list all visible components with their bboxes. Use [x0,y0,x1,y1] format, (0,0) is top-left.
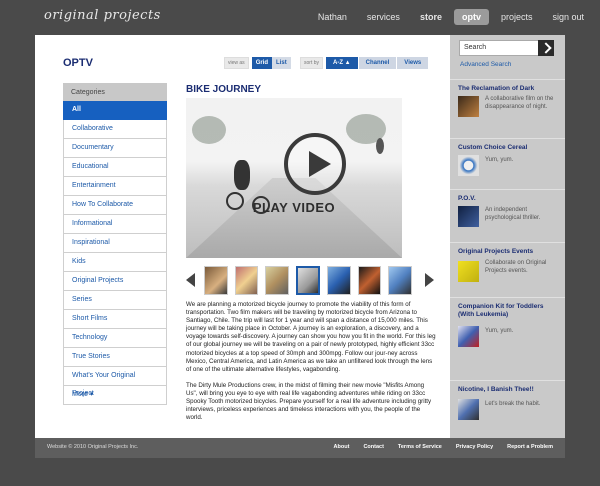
categories-header: Categories [63,83,167,101]
featured-description: An independent psychological thriller. [485,207,541,221]
featured-description: Yum, yum. [485,328,514,334]
category-whats-your-original-project[interactable]: What's Your Original Project [63,367,167,397]
video-thumbnail[interactable] [204,265,228,295]
featured-item[interactable]: Companion Kit for Toddlers (With Leukemi… [450,297,565,373]
category-entertainment[interactable]: Entertainment [63,177,167,196]
search-submit-button[interactable] [538,40,554,56]
category-more[interactable]: More ▾ [63,386,167,405]
category-collaborative[interactable]: Collaborative [63,120,167,139]
category-original-projects[interactable]: Original Projects [63,272,167,291]
footer-link-about[interactable]: About [334,444,350,450]
video-scene-tree [192,116,226,144]
video-player[interactable]: PLAY VIDEO [186,98,402,258]
category-documentary[interactable]: Documentary [63,139,167,158]
footer-link-privacy[interactable]: Privacy Policy [456,444,493,450]
featured-item[interactable]: Original Projects Events Collaborate on … [450,242,565,298]
featured-title[interactable]: The Reclamation of Dark [450,80,565,96]
categories-list: Categories All Collaborative Documentary… [63,83,167,405]
footer-link-terms[interactable]: Terms of Service [398,444,442,450]
video-scene-road [186,178,402,258]
description-paragraph: The Dirty Mule Productions crew, in the … [186,381,432,422]
nav-item-optv[interactable]: optv [453,9,489,25]
list-view-button[interactable]: List [272,57,291,69]
page-title: OPTV [63,57,93,69]
copyright: Website © 2010 Original Projects Inc. [47,444,139,450]
video-scene-rider [376,138,384,154]
footer-links: About Contact Terms of Service Privacy P… [320,444,553,450]
category-true-stories[interactable]: True Stories [63,348,167,367]
featured-description: Collaborate on Original Projects events. [485,260,547,274]
featured-thumbnail[interactable] [458,399,479,420]
featured-title[interactable]: Nicotine, I Banish Thee!! [450,381,565,397]
featured-description: Yum, yum. [485,157,514,163]
video-thumbnail[interactable] [388,265,412,295]
video-title: BIKE JOURNEY [186,84,262,95]
play-icon [309,151,331,177]
featured-item[interactable]: The Reclamation of Dark A collaborative … [450,79,565,145]
category-short-films[interactable]: Short Films [63,310,167,329]
nav-item-services[interactable]: services [359,9,408,25]
sort-views-button[interactable]: Views [397,57,429,69]
category-all[interactable]: All [63,101,167,120]
category-educational[interactable]: Educational [63,158,167,177]
footer-link-contact[interactable]: Contact [363,444,383,450]
site-logo[interactable]: original projects [44,8,161,23]
category-technology[interactable]: Technology [63,329,167,348]
featured-item[interactable]: Custom Choice Cereal Yum, yum. [450,138,565,186]
play-video-label[interactable]: PLAY VIDEO [186,200,402,215]
search-input[interactable]: Search [459,40,539,56]
play-button[interactable] [284,133,346,195]
video-thumbnail-selected[interactable] [295,265,321,295]
main-content: OPTV view as Grid List sort by A-Z ▲ Cha… [35,35,450,438]
video-thumbnail[interactable] [327,265,351,295]
right-sidebar: Search Advanced Search The Reclamation o… [450,35,565,438]
featured-thumbnail[interactable] [458,261,479,282]
main-nav: Nathan services store optv projects sign… [306,9,592,25]
featured-thumbnail[interactable] [458,96,479,117]
sort-controls: sort by A-Z ▲ Channel Views [300,57,429,69]
video-description: We are planning a motorized bicycle jour… [186,301,436,430]
featured-title[interactable]: Original Projects Events [450,243,565,259]
featured-title[interactable]: P.O.V. [450,190,565,206]
featured-item[interactable]: P.O.V. An independent psychological thri… [450,189,565,247]
sort-by-label: sort by [300,57,324,69]
advanced-search-link[interactable]: Advanced Search [460,61,511,68]
video-thumbnail[interactable] [265,265,289,295]
featured-thumbnail[interactable] [458,206,479,227]
video-thumbnail[interactable] [357,265,382,295]
featured-description: Let's break the habit. [485,401,541,407]
view-toggle: view as Grid List [224,57,291,69]
category-informational[interactable]: Informational [63,215,167,234]
description-paragraph: We are planning a motorized bicycle jour… [186,301,436,373]
category-inspirational[interactable]: Inspirational [63,234,167,253]
view-as-label: view as [224,57,249,69]
next-arrow-icon[interactable] [424,273,434,287]
video-thumbnail[interactable] [234,265,259,295]
category-kids[interactable]: Kids [63,253,167,272]
sort-az-button[interactable]: A-Z ▲ [326,57,358,69]
featured-description: A collaborative film on the disappearanc… [485,96,554,110]
sort-channel-button[interactable]: Channel [358,57,397,69]
nav-item-nathan[interactable]: Nathan [310,9,355,25]
previous-arrow-icon[interactable] [186,273,195,287]
category-how-to-collaborate[interactable]: How To Collaborate [63,196,167,215]
footer: Website © 2010 Original Projects Inc. Ab… [35,438,565,458]
nav-item-sign-out[interactable]: sign out [544,9,592,25]
footer-link-report[interactable]: Report a Problem [507,444,553,450]
video-thumbnail-strip [186,264,434,296]
nav-item-projects[interactable]: projects [493,9,541,25]
nav-item-store[interactable]: store [412,9,450,25]
featured-title[interactable]: Custom Choice Cereal [450,139,565,155]
top-bar: original projects Nathan services store … [0,0,600,35]
featured-thumbnail[interactable] [458,155,479,176]
video-scene-rider [234,160,250,190]
grid-view-button[interactable]: Grid [251,57,273,69]
featured-title[interactable]: Companion Kit for Toddlers (With Leukemi… [450,298,565,322]
featured-item[interactable]: Nicotine, I Banish Thee!! Let's break th… [450,380,565,430]
featured-thumbnail[interactable] [458,326,479,347]
category-series[interactable]: Series [63,291,167,310]
